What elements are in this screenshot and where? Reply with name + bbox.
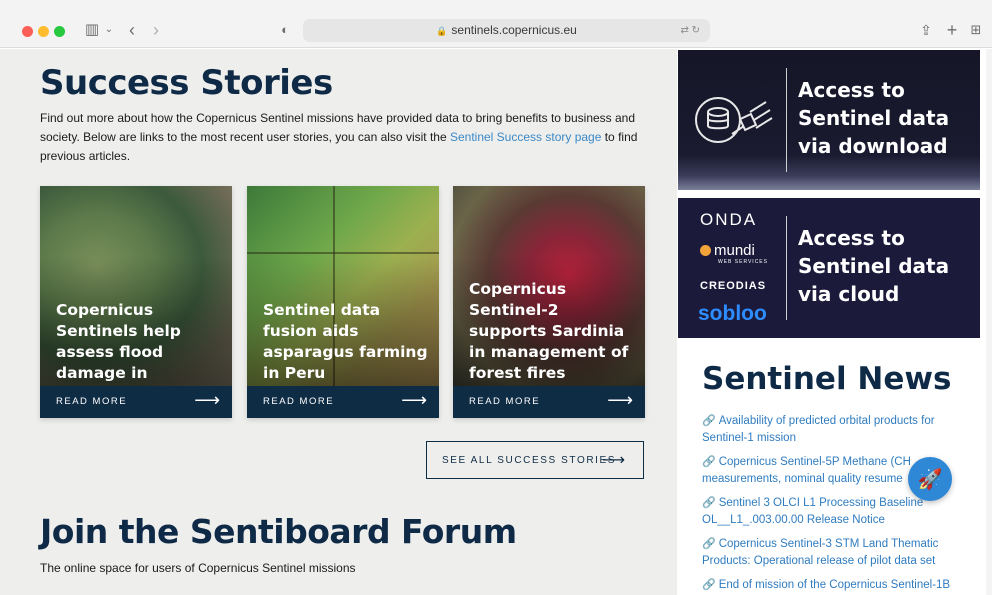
read-more-link[interactable]: READ MORE bbox=[56, 396, 127, 407]
story-title[interactable]: Sentinel data fusion aids asparagus farm… bbox=[263, 300, 428, 384]
see-all-label: SEE ALL SUCCESS STORIES bbox=[442, 455, 617, 466]
reload-icon[interactable]: ↻ bbox=[692, 25, 700, 36]
download-banner-text[interactable]: Access to Sentinel data via download bbox=[798, 76, 973, 160]
mundi-dot bbox=[700, 245, 711, 256]
creodias-logo: CREODIAS bbox=[700, 280, 767, 292]
arrow-right-icon: ⟶ bbox=[602, 452, 625, 469]
news-title: Sentinel News bbox=[702, 361, 952, 397]
arrow-right-icon: ⟶ bbox=[194, 390, 220, 410]
onda-logo: ONDA bbox=[700, 210, 758, 229]
share-icon[interactable]: ⇪ bbox=[918, 20, 934, 40]
read-more-link[interactable]: READ MORE bbox=[263, 396, 334, 407]
chevron-down-icon[interactable]: ⌄ bbox=[102, 20, 116, 40]
forward-icon[interactable]: › bbox=[148, 20, 164, 40]
url-text: sentinels.copernicus.eu bbox=[451, 23, 577, 37]
story-card[interactable]: Copernicus Sentinels help assess flood d… bbox=[40, 186, 232, 418]
story-title[interactable]: Copernicus Sentinel-2 supports Sardinia … bbox=[469, 279, 634, 384]
news-item[interactable]: 🔗 End of mission of the Copernicus Sentin… bbox=[702, 577, 962, 594]
cloud-access-banner[interactable]: ONDA mundi WEB SERVICES CREODIAS sobloo A… bbox=[678, 198, 980, 338]
news-list: 🔗 Availability of predicted orbital produ… bbox=[702, 413, 962, 595]
minimize-window-button[interactable] bbox=[38, 26, 49, 37]
zoom-window-button[interactable] bbox=[54, 26, 65, 37]
see-all-success-stories-button[interactable]: SEE ALL SUCCESS STORIES ⟶ bbox=[426, 441, 644, 479]
news-link[interactable]: Availability of predicted orbital produc… bbox=[702, 415, 935, 444]
download-access-banner[interactable]: Access to Sentinel data via download bbox=[678, 50, 980, 190]
main-column: Success Stories Find out more about how … bbox=[0, 49, 677, 595]
mundi-logo: mundi WEB SERVICES bbox=[700, 242, 768, 265]
story-card[interactable]: Copernicus Sentinel-2 supports Sardinia … bbox=[453, 186, 645, 418]
intro-text: Find out more about how the Copernicus S… bbox=[40, 109, 660, 166]
success-story-page-link[interactable]: Sentinel Success story page bbox=[450, 130, 601, 144]
link-icon: 🔗 bbox=[702, 538, 716, 550]
translate-icon[interactable]: ⇄ bbox=[680, 25, 688, 36]
back-icon[interactable]: ‹ bbox=[124, 20, 140, 40]
read-more-bar[interactable]: READ MORE ⟶ bbox=[453, 386, 645, 418]
lock-icon: 🔒 bbox=[436, 26, 448, 36]
forum-subtitle: The online space for users of Copernicus… bbox=[40, 561, 356, 575]
address-bar[interactable]: 🔒 sentinels.copernicus.eu ⇄ ↻ bbox=[303, 19, 710, 42]
news-link[interactable]: Sentinel 3 OLCI L1 Processing Baseline O… bbox=[702, 497, 923, 526]
page-content: Success Stories Find out more about how … bbox=[0, 49, 992, 595]
banner-divider bbox=[786, 216, 787, 320]
link-icon: 🔗 bbox=[702, 497, 716, 509]
story-card[interactable]: Sentinel data fusion aids asparagus farm… bbox=[247, 186, 439, 418]
mundi-logo-sub: WEB SERVICES bbox=[718, 259, 768, 265]
rocket-icon: 🚀 bbox=[917, 469, 943, 491]
sobloo-logo: sobloo bbox=[698, 302, 767, 325]
plus-icon[interactable]: + bbox=[944, 20, 960, 40]
rocket-button[interactable]: 🚀 bbox=[908, 457, 952, 501]
arrow-right-icon: ⟶ bbox=[401, 390, 427, 410]
read-more-bar[interactable]: READ MORE ⟶ bbox=[247, 386, 439, 418]
close-window-button[interactable] bbox=[22, 26, 33, 37]
cloud-banner-text[interactable]: Access to Sentinel data via cloud bbox=[798, 224, 973, 308]
link-icon: 🔗 bbox=[702, 456, 716, 468]
page-scrollbar[interactable] bbox=[986, 49, 992, 595]
sidebar-icon[interactable]: ▥ bbox=[82, 20, 102, 40]
news-item[interactable]: 🔗 Copernicus Sentinel-3 STM Land Thematic… bbox=[702, 536, 962, 570]
arrow-right-icon: ⟶ bbox=[607, 390, 633, 410]
mundi-logo-text: mundi bbox=[714, 242, 755, 259]
news-link[interactable]: Copernicus Sentinel-5P Methane (CH measu… bbox=[702, 456, 911, 485]
page-title: Success Stories bbox=[40, 63, 333, 103]
read-more-bar[interactable]: READ MORE ⟶ bbox=[40, 386, 232, 418]
shield-icon[interactable]: ◐ bbox=[277, 20, 293, 40]
tabs-icon[interactable]: ⊞ bbox=[968, 20, 984, 40]
news-link[interactable]: Copernicus Sentinel-3 STM Land Thematic … bbox=[702, 538, 938, 567]
banner-divider bbox=[786, 68, 787, 172]
read-more-link[interactable]: READ MORE bbox=[469, 396, 540, 407]
news-link[interactable]: End of mission of the Copernicus Sentine… bbox=[719, 579, 950, 591]
link-icon: 🔗 bbox=[702, 415, 716, 427]
forum-title: Join the Sentiboard Forum bbox=[40, 512, 517, 551]
news-item[interactable]: 🔗 Availability of predicted orbital produ… bbox=[702, 413, 962, 447]
browser-toolbar: ▥ ⌄ ‹ › ◐ 🔒 sentinels.copernicus.eu ⇄ ↻ ⇪… bbox=[0, 0, 992, 48]
link-icon: 🔗 bbox=[702, 579, 716, 591]
satellite-database-icon bbox=[695, 97, 773, 143]
